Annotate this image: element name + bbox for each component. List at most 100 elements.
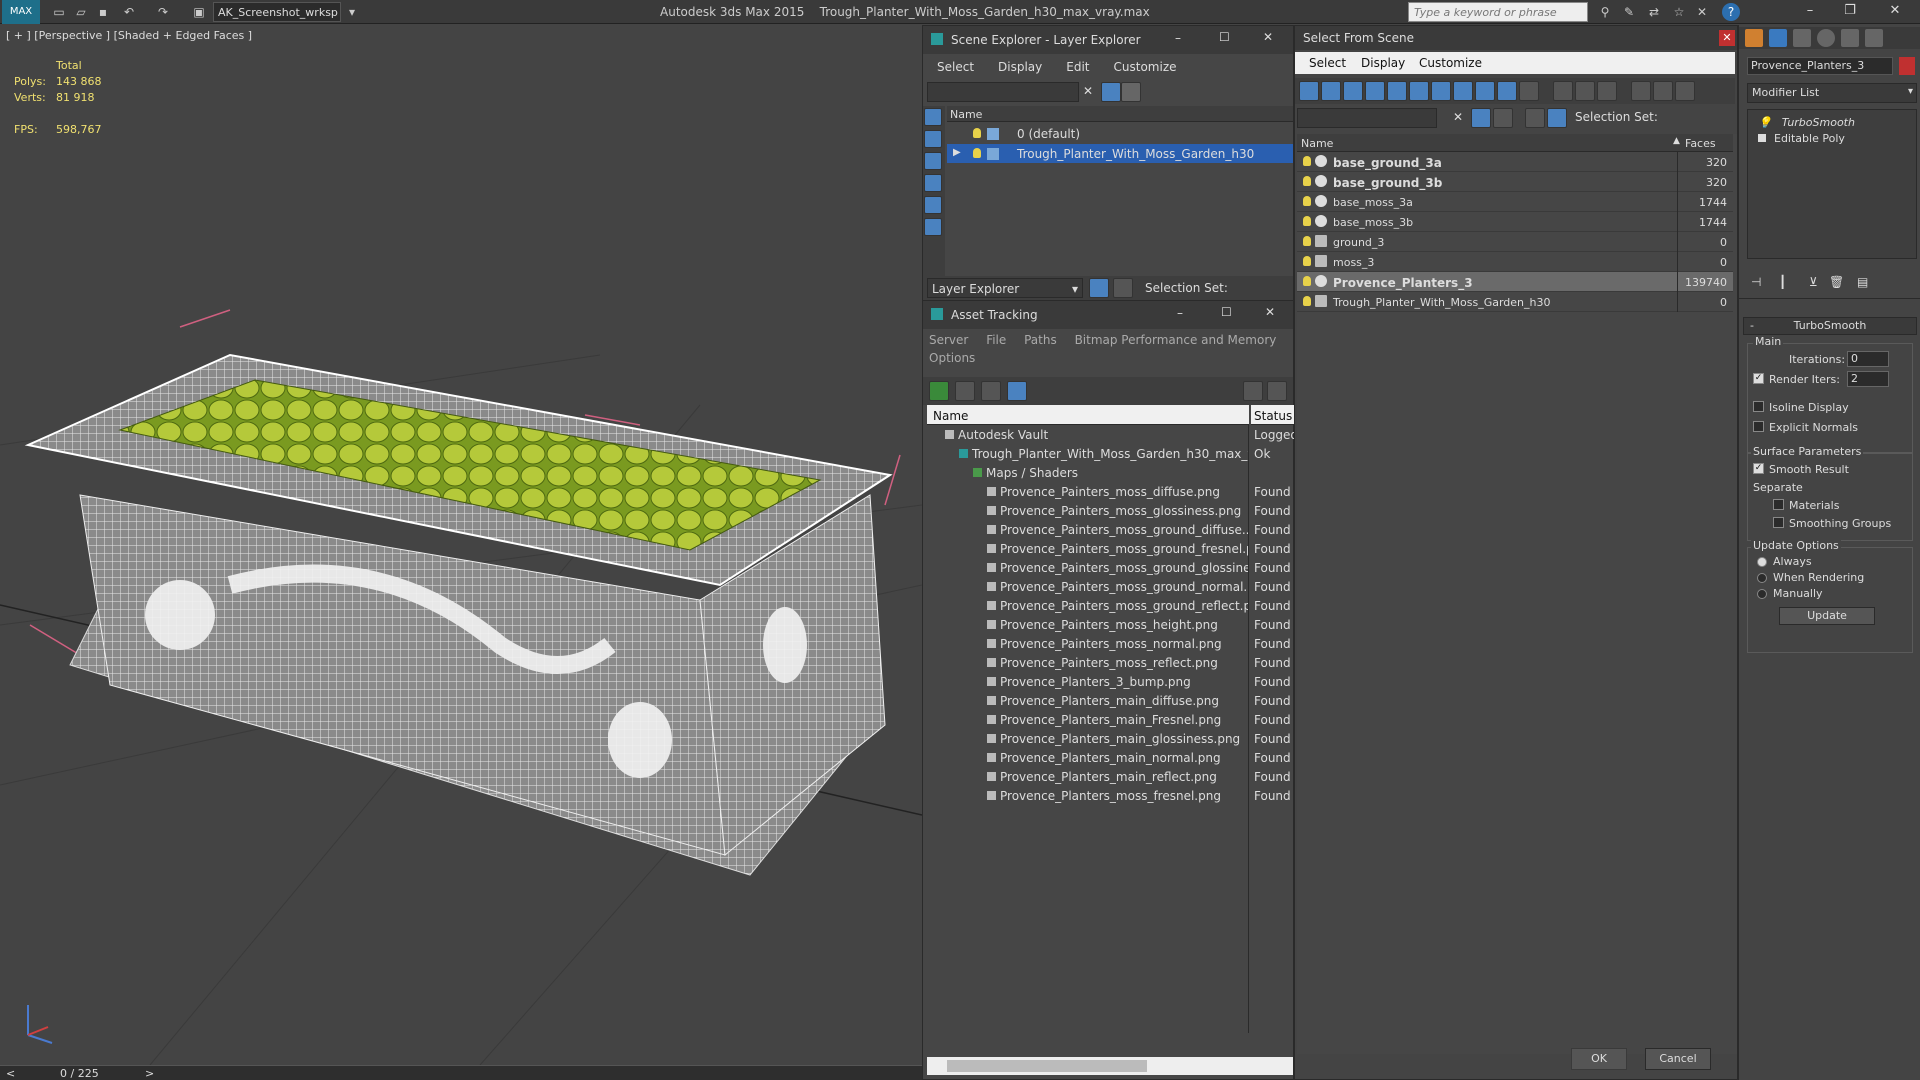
asset-row[interactable]: Maps / Shaders	[927, 463, 1295, 482]
isoline-display-checkbox[interactable]	[1753, 401, 1764, 412]
thumbnail-view-icon[interactable]	[981, 381, 1001, 401]
visibility-bulb-icon[interactable]	[1303, 256, 1311, 266]
help-icon[interactable]: ?	[1722, 3, 1740, 21]
visibility-bulb-icon[interactable]	[1303, 216, 1311, 226]
hierarchy-mode-icon[interactable]	[1113, 278, 1133, 298]
asset-row[interactable]: Provence_Planters_main_normal.png Found	[927, 748, 1295, 767]
menu-server[interactable]: Server	[929, 333, 968, 347]
tools-icon[interactable]: ✎	[1620, 3, 1638, 21]
asset-row[interactable]: Provence_Painters_moss_glossiness.png Fou…	[927, 501, 1295, 520]
asset-row[interactable]: Provence_Painters_moss_diffuse.png Found	[927, 482, 1295, 501]
select-all-icon[interactable]	[1553, 81, 1573, 101]
lightbulb-icon[interactable]: 💡	[1758, 116, 1772, 129]
object-row[interactable]: base_ground_3a 320	[1297, 152, 1733, 172]
menu-edit[interactable]: Edit	[1066, 60, 1089, 74]
layer-mode-icon[interactable]	[1525, 108, 1545, 128]
ok-button[interactable]: OK	[1571, 1048, 1627, 1070]
clear-icon[interactable]: ✕	[1083, 84, 1093, 98]
visibility-bulb-icon[interactable]	[1303, 276, 1311, 286]
binoculars-icon[interactable]: ⚲	[1596, 3, 1614, 21]
xref-filter-icon[interactable]	[1453, 81, 1473, 101]
project-icon[interactable]: ▣	[190, 3, 208, 21]
layer-mode-icon[interactable]	[1089, 278, 1109, 298]
layers-icon[interactable]	[1493, 108, 1513, 128]
container-filter-icon[interactable]	[1497, 81, 1517, 101]
name-column-header[interactable]: Name	[947, 106, 1293, 122]
scrollbar-thumb[interactable]	[947, 1060, 1147, 1072]
minimize-button[interactable]: –	[1790, 0, 1830, 24]
render-iters-checkbox[interactable]: ✓	[1753, 373, 1764, 384]
redo-icon[interactable]: ↷	[154, 3, 172, 21]
faces-column-header[interactable]: Faces	[1685, 137, 1716, 150]
stack-item-turbosmooth[interactable]: 💡 TurboSmooth	[1758, 116, 1855, 129]
workspace-dropdown[interactable]: AK_Screenshot_wrksp	[213, 2, 341, 22]
menu-customize[interactable]: Customize	[1114, 60, 1177, 74]
settings-icon[interactable]	[1267, 381, 1287, 401]
columns-icon[interactable]	[1675, 81, 1695, 101]
always-radio[interactable]	[1757, 557, 1767, 567]
configure-sets-icon[interactable]: ▤	[1857, 275, 1868, 289]
display-all-icon[interactable]	[924, 130, 942, 148]
update-button[interactable]: Update	[1779, 607, 1875, 625]
clear-icon[interactable]: ✕	[1453, 110, 1463, 124]
explorer-type-dropdown[interactable]: Layer Explorer ▾	[927, 278, 1083, 298]
manually-radio[interactable]	[1757, 589, 1767, 599]
asset-row[interactable]: Provence_Painters_moss_ground_normal....…	[927, 577, 1295, 596]
layer-row-default[interactable]: 0 (default)	[947, 124, 1293, 143]
visibility-bulb-icon[interactable]	[1303, 176, 1311, 186]
shape-filter-icon[interactable]	[1321, 81, 1341, 101]
create-tab-icon[interactable]	[1745, 29, 1763, 47]
menu-options[interactable]: Options	[929, 351, 975, 365]
asset-row[interactable]: Autodesk Vault Logged	[927, 425, 1295, 444]
object-row[interactable]: base_ground_3b 320	[1297, 172, 1733, 192]
asset-row[interactable]: Provence_Planters_main_glossiness.png Fou…	[927, 729, 1295, 748]
close-button[interactable]: ✕	[1263, 30, 1273, 44]
asset-row[interactable]: Trough_Planter_With_Moss_Garden_h30_max_…	[927, 444, 1295, 463]
close-button[interactable]: ✕	[1875, 0, 1915, 24]
collapse-icon[interactable]: -	[1750, 319, 1754, 332]
object-color-swatch[interactable]	[1899, 57, 1915, 75]
help-icon[interactable]	[1243, 381, 1263, 401]
name-column-header[interactable]: Name	[927, 405, 1249, 425]
new-file-icon[interactable]: ▭	[50, 3, 68, 21]
visibility-bulb-icon[interactable]	[1303, 296, 1311, 306]
filter-icon[interactable]	[1631, 81, 1651, 101]
hierarchy-tab-icon[interactable]	[1793, 29, 1811, 47]
visibility-bulb-icon[interactable]	[1303, 156, 1311, 166]
perspective-viewport[interactable]: [ + ] [Perspective ] [Shaded + Edged Fac…	[0, 25, 922, 1065]
layers-icon[interactable]	[1121, 82, 1141, 102]
sort-icon[interactable]	[1653, 81, 1673, 101]
smooth-result-checkbox[interactable]: ✓	[1753, 463, 1764, 474]
list-view-icon[interactable]	[955, 381, 975, 401]
object-row[interactable]: base_moss_3b 1744	[1297, 212, 1733, 232]
asset-row[interactable]: Provence_Planters_main_Fresnel.png Found	[927, 710, 1295, 729]
camera-filter-icon[interactable]	[1365, 81, 1385, 101]
asset-tracking-titlebar[interactable]: Asset Tracking – ☐ ✕	[923, 301, 1293, 329]
visibility-bulb-icon[interactable]	[1303, 196, 1311, 206]
close-button[interactable]: ✕	[1719, 30, 1735, 46]
search-input[interactable]: Type a keyword or phrase	[1408, 2, 1588, 22]
menu-file[interactable]: File	[986, 333, 1006, 347]
select-search-input[interactable]	[1297, 108, 1437, 128]
helper-filter-icon[interactable]	[1387, 81, 1407, 101]
make-unique-icon[interactable]: ⊻	[1809, 275, 1818, 289]
when-rendering-radio[interactable]	[1757, 573, 1767, 583]
display-tab-icon[interactable]	[1841, 29, 1859, 47]
hierarchy-mode-icon[interactable]	[1547, 108, 1567, 128]
scene-search-input[interactable]	[927, 82, 1079, 102]
expand-arrow-icon[interactable]: ▶	[953, 147, 961, 158]
remove-modifier-icon[interactable]: 🗑	[1829, 275, 1844, 289]
stack-item-editable-poly[interactable]: Editable Poly	[1758, 132, 1845, 145]
object-row[interactable]: ground_3 0	[1297, 232, 1733, 252]
pin-stack-icon[interactable]: ⊣	[1751, 275, 1761, 289]
turbosmooth-rollout-header[interactable]: - TurboSmooth	[1743, 317, 1917, 335]
menu-customize[interactable]: Customize	[1419, 56, 1482, 70]
group-filter-icon[interactable]	[1431, 81, 1451, 101]
time-slider[interactable]: < 0 / 225 >	[0, 1065, 922, 1080]
star-icon[interactable]: ☆	[1670, 3, 1688, 21]
maximize-button[interactable]: ☐	[1219, 30, 1230, 44]
asset-row[interactable]: Provence_Planters_3_bump.png Found	[927, 672, 1295, 691]
filter-icon[interactable]	[1101, 82, 1121, 102]
asset-row[interactable]: Provence_Painters_moss_normal.png Found	[927, 634, 1295, 653]
smoothing-groups-checkbox[interactable]	[1773, 517, 1784, 528]
